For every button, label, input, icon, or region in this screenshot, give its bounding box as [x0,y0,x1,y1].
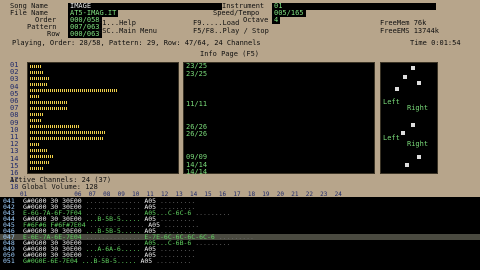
f5-play-stop[interactable]: F5/F8..Play / Stop [193,28,269,35]
sample-list-panel: 23/25 23/25 11/11 26/26 26/26 09/09 14/1… [183,62,375,177]
sample-entry: 23/25 [186,69,208,78]
sample-entry: 09/09 [186,153,208,162]
info-page-title: Info Page (F5) [200,50,260,58]
volume-bar [30,131,106,134]
volume-bar [30,143,40,146]
volume-bar [30,89,118,92]
octave-label: Octave [243,16,269,24]
sample-entry: 14/14 [186,160,208,169]
pattern-row[interactable]: 051 G#0G0E-6E-7E04 ...B-5B-5..... A05 ...… [0,257,191,265]
volume-bar [30,71,44,74]
f9-load[interactable]: F9.....Load [193,20,239,27]
right-label: Right [407,104,429,112]
pattern-editor[interactable]: 041 G#0G00 30 30E00 .............. A05 ..… [0,197,480,270]
channel-number[interactable]: 18 [10,184,18,191]
f1-help[interactable]: F1...Help [98,20,136,27]
volume-bars-panel [27,62,179,174]
note-cell[interactable]: ......... [195,209,230,217]
sample-entry [186,86,374,94]
sample-entry [186,139,374,147]
pan-dot [411,66,415,70]
sample-entry [186,78,374,86]
row-field[interactable]: 000/063 [68,31,102,38]
volume-bar [30,113,44,116]
playing-status: Playing, Order: 28/58, Pattern: 29, Row:… [12,39,261,47]
volume-bar [30,137,104,140]
pan-dot [401,131,405,135]
volume-bar [30,161,50,164]
left-label: Left [383,98,400,106]
esc-main-menu[interactable]: ESC..Main Menu [98,28,157,35]
pan-dot [395,87,399,91]
sample-entry: 26/26 [186,122,208,131]
volume-bar [30,101,68,104]
volume-bar [30,83,48,86]
freeems: FreeEMS 13744k [380,27,440,35]
sample-entry: 23/25 [186,62,208,70]
volume-bar [30,95,40,98]
pan-dot [417,155,421,159]
pan-dot [411,123,415,127]
sample-entry [186,109,374,117]
pan-dot [403,75,407,79]
sample-entry [186,116,374,124]
right-label-2: Right [407,140,429,148]
note-cell[interactable]: G#0G0E-6E-7E04 [23,257,78,265]
row-number: 051 [3,257,15,265]
global-volume: Global Volume: 128 [22,183,98,191]
volume-bar [30,149,48,152]
sample-entry [186,147,374,155]
volume-bar [30,155,54,158]
sample-entry [186,93,374,101]
sample-entry: 26/26 [186,130,208,139]
play-time: Time 0:01:54 [410,39,461,47]
sample-entry: 11/11 [186,99,208,108]
note-cell[interactable]: ......... [156,257,191,265]
volume-bar [30,107,68,110]
volume-bar [30,77,50,80]
row-label: Row [47,30,60,38]
volume-bar [30,65,42,68]
note-cell[interactable]: ......... [195,239,230,247]
channel-number-list: 01 02 03 04 05 06 07 08 09 10 11 12 13 1… [10,61,18,192]
stereo-panel: Left Right Left Right [380,62,438,174]
note-cell[interactable]: ...B-5B-5..... [82,257,137,265]
octave-field[interactable]: 4 [272,17,281,24]
pan-dot [405,163,409,167]
freemem: FreeMem 76k [380,19,427,27]
volume-bar [30,167,44,170]
volume-bar [30,119,42,122]
pan-dot [417,81,421,85]
effect-cell[interactable]: A05 [140,257,152,265]
volume-bar [30,125,80,128]
left-label-2: Left [383,134,400,142]
sample-entry: 14/14 [186,168,208,177]
